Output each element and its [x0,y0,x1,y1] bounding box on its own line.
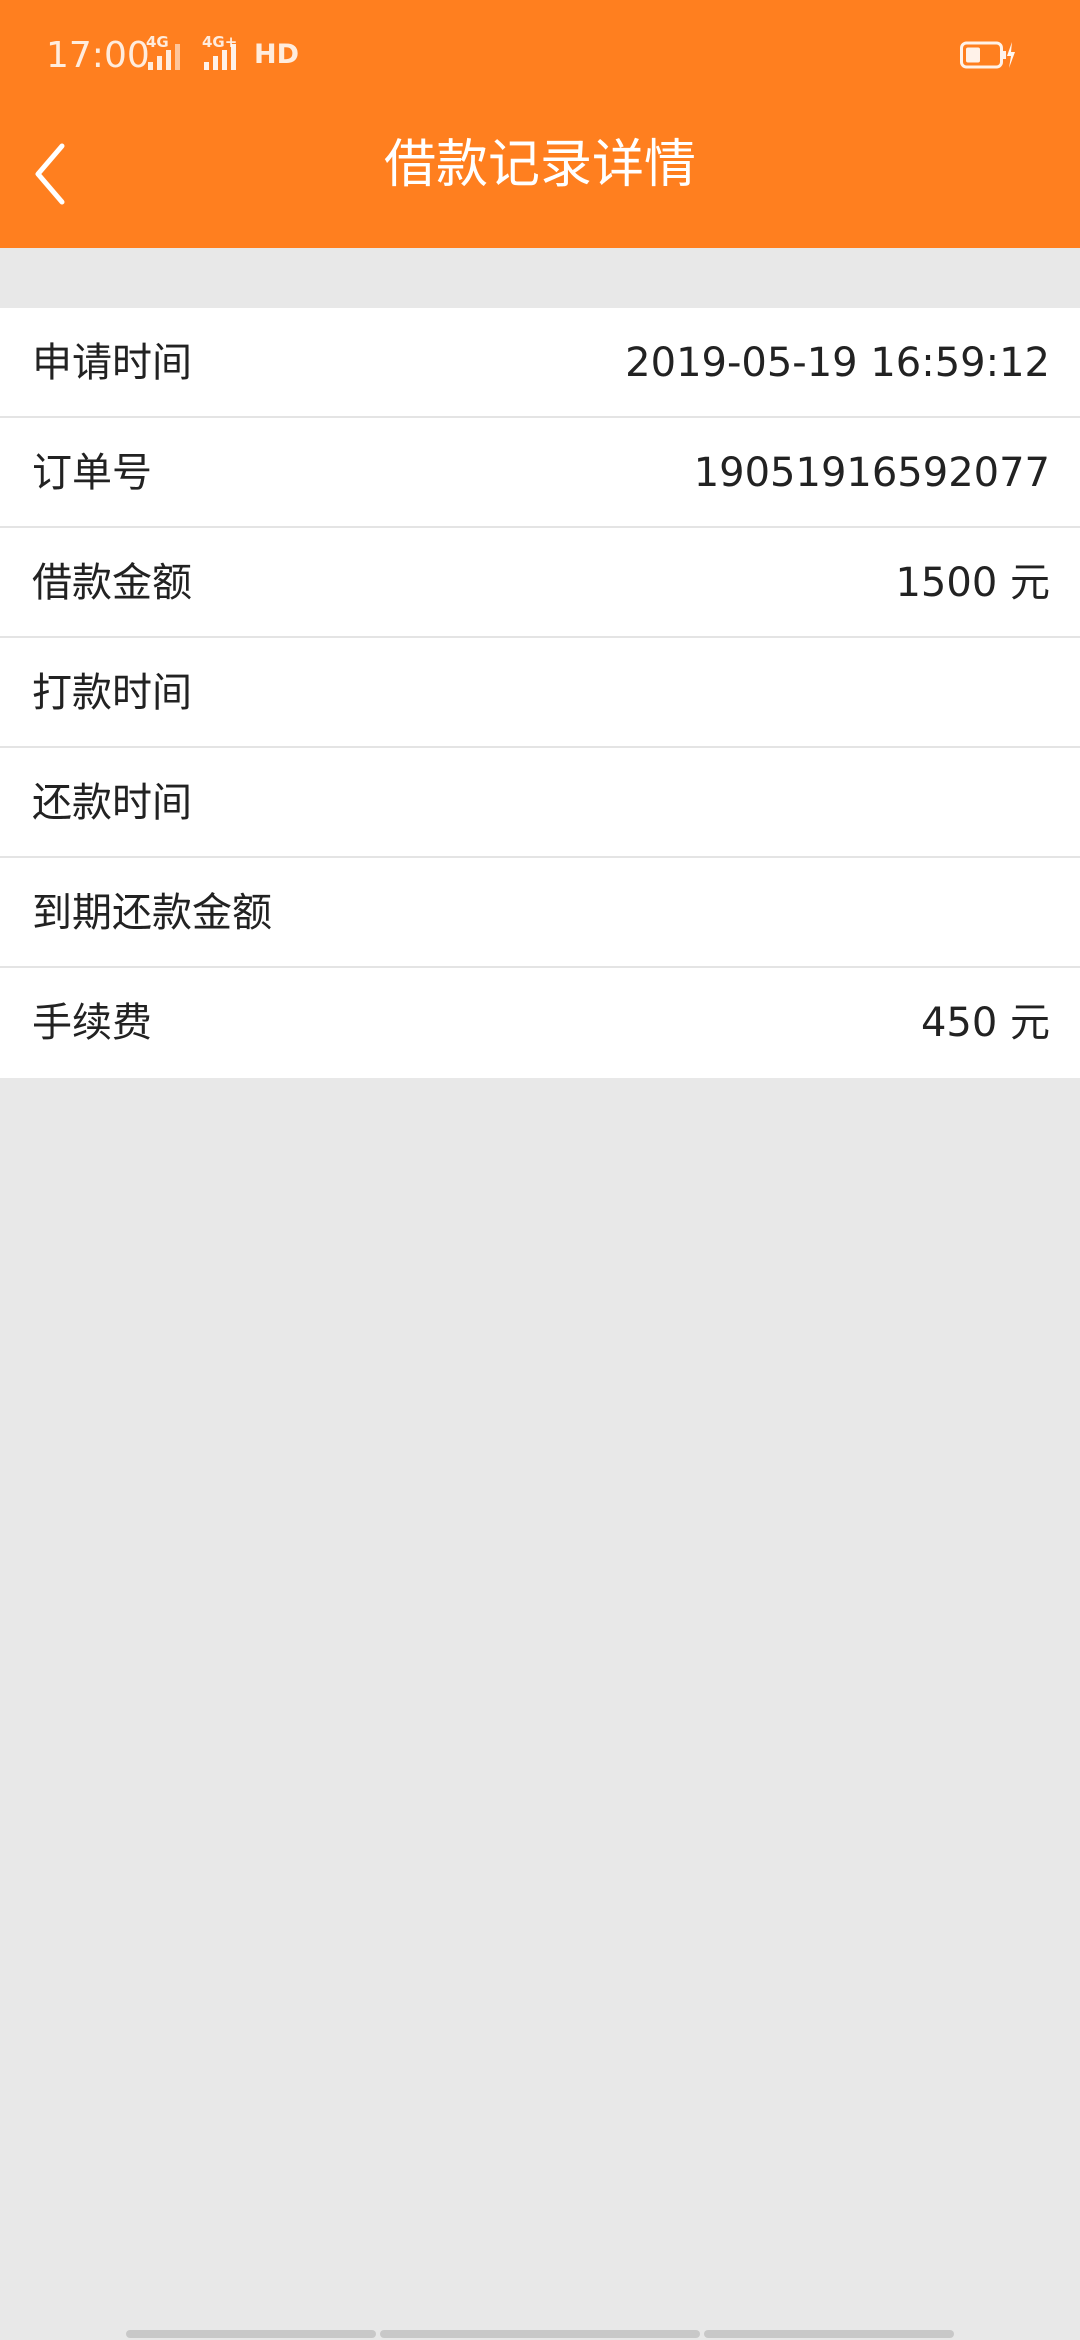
detail-label: 还款时间 [32,780,192,826]
detail-row-due-amount: 到期还款金额 [0,858,1080,968]
chevron-left-icon [35,143,65,205]
detail-row-order-number: 订单号 19051916592077 [0,418,1080,528]
detail-value: 1500 元 [895,560,1050,606]
detail-row-payout-time: 打款时间 [0,638,1080,748]
detail-value: 450 元 [920,1000,1050,1046]
hd-voice-badge: HD [254,39,300,70]
gesture-segment [704,2330,954,2338]
detail-label: 手续费 [32,1000,152,1046]
detail-row-service-fee: 手续费 450 元 [0,968,1080,1078]
detail-value: 2019-05-19 16:59:12 [625,340,1050,386]
detail-row-apply-time: 申请时间 2019-05-19 16:59:12 [0,308,1080,418]
detail-label: 打款时间 [32,670,192,716]
status-bar: 17:00 4G 4G+ HD [0,0,1080,110]
gesture-segment [126,2330,376,2338]
detail-row-repay-time: 还款时间 [0,748,1080,858]
detail-row-loan-amount: 借款金额 1500 元 [0,528,1080,638]
nav-bar: 借款记录详情 [0,110,1080,248]
back-button[interactable] [10,124,90,224]
app-header: 17:00 4G 4G+ HD 借款记录详情 [0,0,1080,248]
detail-label: 订单号 [32,450,152,496]
sim1-signal: 4G [146,34,186,74]
gesture-bar [0,2330,1080,2338]
detail-value: 19051916592077 [693,450,1050,496]
signal-bars-icon [148,44,180,70]
detail-label: 到期还款金额 [32,890,272,936]
detail-label: 申请时间 [32,340,192,386]
signal-bars-icon [204,44,236,70]
loan-detail-list: 申请时间 2019-05-19 16:59:12 订单号 19051916592… [0,308,1080,1078]
gesture-segment [380,2330,700,2338]
status-time: 17:00 [46,35,150,76]
page-title: 借款记录详情 [383,135,696,195]
sim2-signal: 4G+ [198,34,248,74]
battery-charging-icon [960,41,1015,69]
detail-label: 借款金额 [32,560,192,606]
